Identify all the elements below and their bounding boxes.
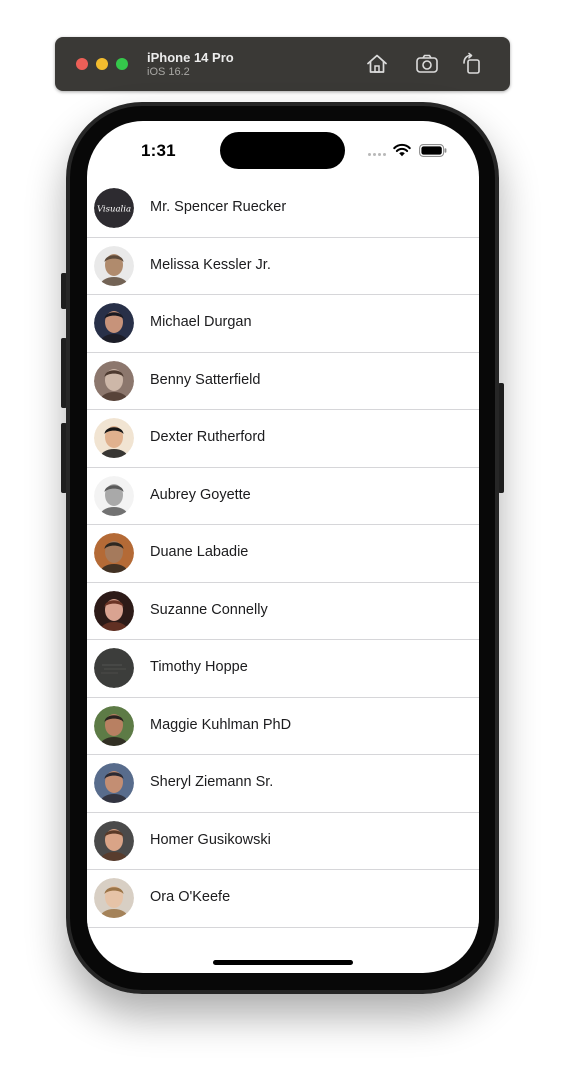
contact-list[interactable]: Visualia Mr. Spencer Ruecker Melissa Kessl…	[87, 180, 479, 928]
cellular-icon	[368, 153, 388, 157]
battery-icon	[419, 144, 447, 157]
avatar	[94, 648, 134, 688]
contact-row[interactable]: Visualia Mr. Spencer Ruecker	[87, 180, 479, 238]
avatar	[94, 590, 134, 631]
avatar	[94, 705, 134, 746]
phone-screen: 1:31 Visualia Mr. Spencer Ruecker Melissa …	[87, 121, 479, 973]
contact-row[interactable]: Aubrey Goyette	[87, 467, 479, 525]
avatar	[94, 878, 134, 918]
avatar	[94, 533, 134, 573]
contact-name: Suzanne Connelly	[150, 601, 268, 618]
device-name: iPhone 14 Pro	[147, 50, 234, 65]
simulator-toolbar: iPhone 14 Pro iOS 16.2	[55, 37, 510, 91]
avatar	[94, 820, 134, 861]
contact-name: Mr. Spencer Ruecker	[150, 199, 287, 215]
contact-row[interactable]: Melissa Kessler Jr.	[87, 237, 479, 295]
contact-row[interactable]: Ora O'Keefe	[87, 870, 479, 928]
wifi-icon	[393, 143, 411, 157]
device-os-version: iOS 16.2	[147, 66, 190, 78]
contact-row[interactable]: Suzanne Connelly	[87, 582, 479, 640]
zoom-window-button[interactable]	[116, 58, 128, 70]
minimize-window-button[interactable]	[96, 58, 108, 70]
home-button[interactable]	[364, 51, 390, 77]
contact-name: Benny Satterfield	[150, 371, 261, 388]
contact-row[interactable]: Benny Satterfield	[87, 352, 479, 410]
screenshot-button[interactable]	[414, 51, 440, 77]
home-icon	[367, 54, 387, 73]
avatar	[94, 418, 134, 458]
contact-row[interactable]: Sheryl Ziemann Sr.	[87, 755, 479, 813]
status-time: 1:31	[141, 141, 176, 160]
contact-name: Maggie Kuhlman PhD	[150, 716, 292, 733]
rotate-icon	[463, 52, 480, 74]
rotate-button[interactable]	[459, 51, 485, 77]
dynamic-island	[220, 132, 345, 169]
contact-name: Timothy Hoppe	[150, 659, 248, 675]
home-indicator[interactable]	[213, 960, 353, 965]
screenshot-icon	[416, 54, 438, 73]
contact-row[interactable]: Michael Durgan	[87, 295, 479, 353]
avatar	[94, 303, 134, 343]
close-window-button[interactable]	[76, 58, 88, 70]
avatar	[94, 763, 134, 803]
contact-name: Homer Gusikowski	[150, 831, 271, 848]
simulator-window: iPhone 14 Pro iOS 16.2 1:31 Visualia Mr.…	[0, 0, 565, 1068]
contact-name: Sheryl Ziemann Sr.	[150, 774, 274, 790]
contact-row[interactable]: Duane Labadie	[87, 525, 479, 583]
contact-name: Melissa Kessler Jr.	[150, 256, 271, 273]
contact-row[interactable]: Maggie Kuhlman PhD	[87, 697, 479, 755]
contact-name: Michael Durgan	[150, 314, 252, 330]
avatar: Visualia	[94, 188, 134, 228]
avatar	[94, 360, 134, 401]
avatar	[94, 245, 134, 286]
contact-name: Dexter Rutherford	[150, 429, 266, 445]
contact-row[interactable]: Dexter Rutherford	[87, 410, 479, 468]
contact-name: Ora O'Keefe	[150, 889, 231, 905]
contact-name: Duane Labadie	[150, 544, 249, 560]
contact-row[interactable]: Homer Gusikowski	[87, 812, 479, 870]
contact-name: Aubrey Goyette	[150, 486, 251, 503]
avatar-logo-text: Visualia	[97, 205, 131, 215]
contact-row[interactable]: Timothy Hoppe	[87, 640, 479, 698]
avatar	[94, 475, 134, 516]
